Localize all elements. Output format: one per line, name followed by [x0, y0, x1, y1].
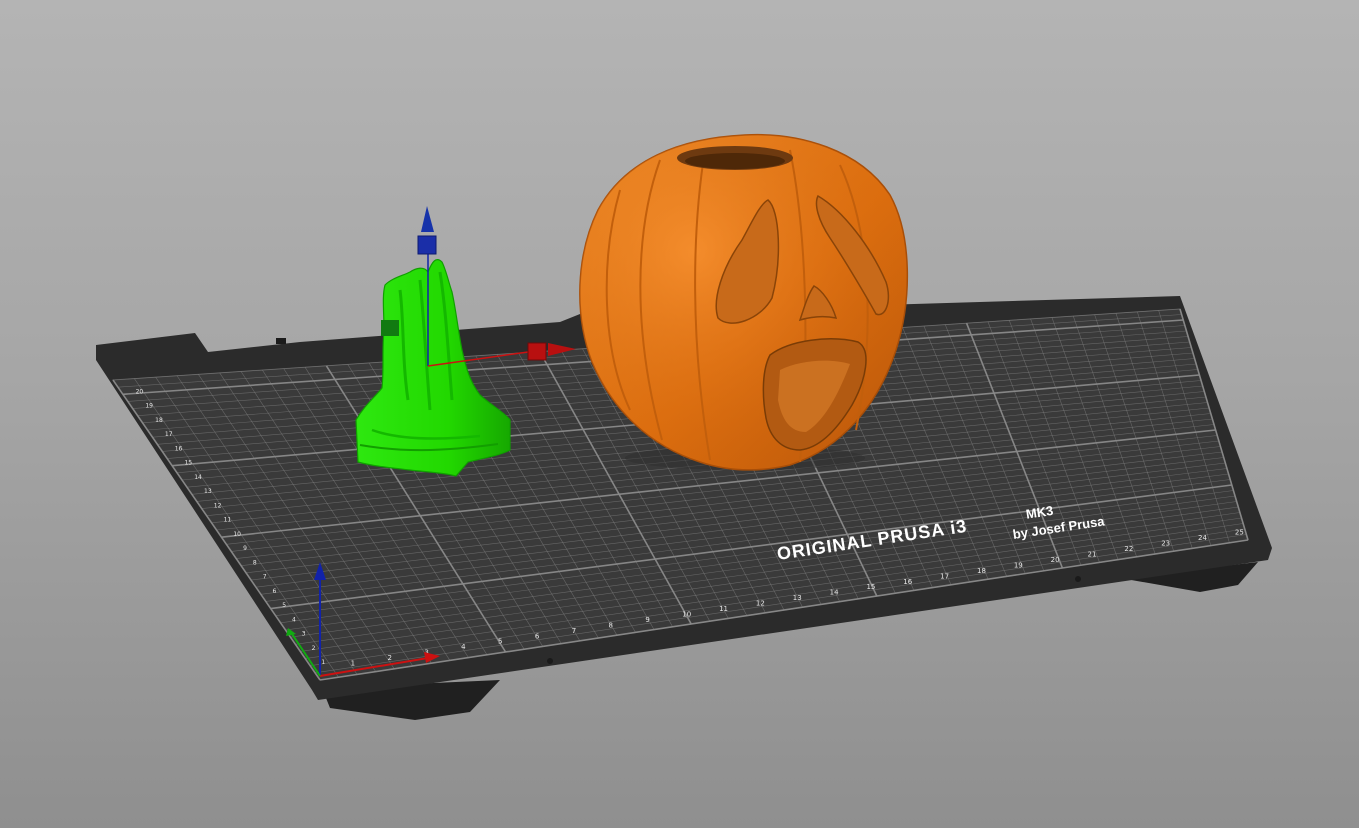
bed-x-tick-label: 17	[940, 572, 949, 580]
bed-y-tick-label: 6	[272, 588, 276, 595]
bed-y-tick-label: 20	[136, 388, 144, 395]
bed-y-tick-label: 16	[175, 445, 183, 452]
gizmo-z-handle[interactable]	[417, 235, 437, 255]
bed-y-tick-label: 4	[292, 616, 296, 623]
bed-hole	[547, 658, 553, 664]
bed-y-tick-label: 14	[194, 474, 202, 481]
gizmo-z-arrow-icon[interactable]	[421, 206, 434, 232]
gizmo-x-handle[interactable]	[527, 342, 547, 361]
bed-x-tick-label: 23	[1161, 540, 1170, 548]
bed-x-tick-label: 16	[903, 578, 912, 586]
bed-x-tick-label: 5	[498, 638, 502, 646]
bed-y-tick-label: 3	[302, 631, 306, 638]
bed-notch	[276, 338, 286, 344]
bed-y-tick-label: 13	[204, 488, 212, 495]
bed-x-tick-label: 22	[1124, 545, 1133, 553]
bed-x-tick-label: 4	[461, 643, 466, 651]
bed-y-tick-label: 15	[184, 460, 192, 467]
bed-x-tick-label: 20	[1051, 556, 1060, 564]
bed-hole	[1075, 576, 1081, 582]
bed-y-tick-label: 8	[253, 559, 257, 566]
bed-x-tick-label: 9	[645, 616, 649, 624]
3d-viewport[interactable]: 1234567891011121314151617181920212223242…	[0, 0, 1359, 828]
bed-x-tick-label: 6	[535, 632, 540, 640]
bed-y-tick-label: 9	[243, 545, 247, 552]
bed-y-tick-label: 12	[214, 502, 222, 509]
bed-y-tick-label: 5	[282, 602, 286, 609]
bed-y-tick-label: 19	[145, 403, 153, 410]
bed-x-tick-label: 8	[609, 621, 613, 629]
bed-x-tick-label: 10	[682, 610, 691, 618]
bed-x-tick-label: 21	[1088, 551, 1097, 559]
tree-branch-stub	[381, 320, 399, 336]
bed-x-tick-label: 18	[977, 567, 986, 575]
bed-x-tick-label: 24	[1198, 534, 1207, 542]
bed-y-tick-label: 11	[224, 517, 232, 524]
bed-x-tick-label: 7	[572, 627, 576, 635]
bed-y-tick-label: 1	[321, 659, 325, 666]
bed-y-tick-label: 7	[263, 574, 267, 581]
bed-x-tick-label: 19	[1014, 561, 1023, 569]
bed-x-tick-label: 12	[756, 600, 765, 608]
bed-x-tick-label: 14	[830, 589, 839, 597]
scene-canvas[interactable]: 1234567891011121314151617181920212223242…	[0, 0, 1359, 828]
bed-x-tick-label: 25	[1235, 529, 1244, 537]
bed-x-tick-label: 11	[719, 605, 728, 613]
bed-y-tick-label: 17	[165, 431, 173, 438]
bed-y-tick-label: 2	[312, 645, 316, 652]
bed-x-tick-label: 15	[866, 583, 875, 591]
bed-y-tick-label: 18	[155, 417, 163, 424]
bed-x-tick-label: 2	[387, 654, 391, 662]
bed-x-tick-label: 1	[351, 660, 355, 668]
bed-x-tick-label: 13	[793, 594, 802, 602]
bed-y-tick-label: 10	[233, 531, 241, 538]
